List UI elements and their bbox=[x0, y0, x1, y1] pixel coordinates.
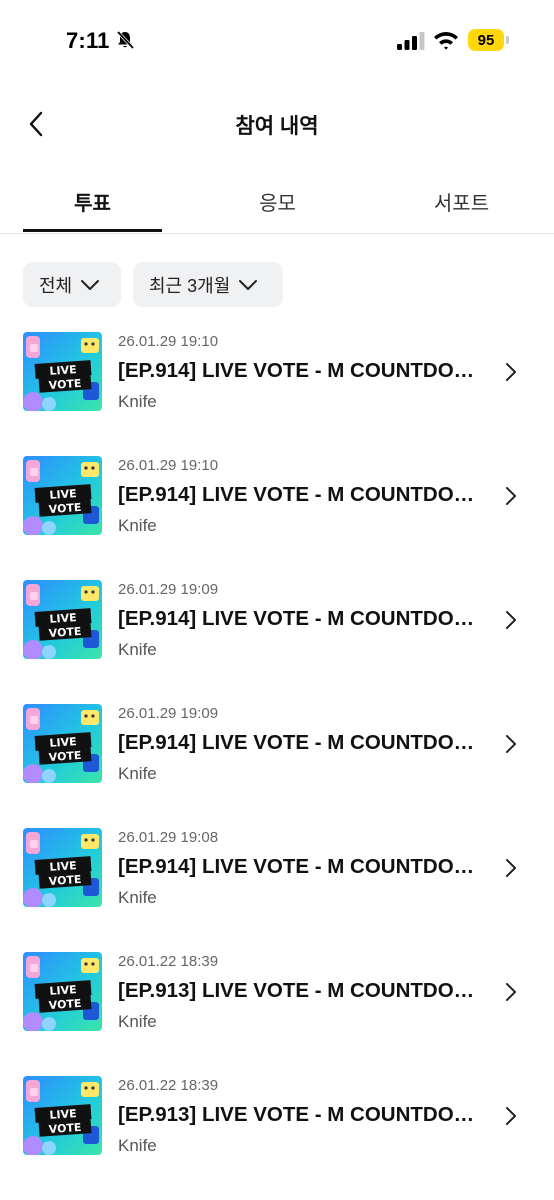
vote-title: [EP.913] LIVE VOTE - M COUNTDOWN bbox=[118, 1103, 478, 1126]
filter-period-label: 최근 3개월 bbox=[149, 275, 231, 296]
vote-date: 26.01.29 19:10 bbox=[118, 333, 219, 350]
thumbnail-text-vote: VOTE bbox=[48, 1121, 82, 1136]
thumbnail-text-vote: VOTE bbox=[48, 377, 82, 392]
vote-thumbnail: LIVE VOTE bbox=[23, 952, 102, 1031]
vote-thumbnail: LIVE VOTE bbox=[23, 1076, 102, 1155]
signal-icon bbox=[397, 32, 425, 50]
tab-support[interactable]: 서포트 bbox=[392, 170, 531, 232]
vote-title: [EP.913] LIVE VOTE - M COUNTDOWN bbox=[118, 979, 478, 1002]
chevron-down-icon bbox=[81, 279, 100, 290]
vote-thumbnail: LIVE VOTE bbox=[23, 332, 102, 411]
app-header: 참여 내역 bbox=[0, 96, 554, 152]
chevron-right-icon bbox=[506, 1107, 516, 1125]
vote-history-item[interactable]: LIVE VOTE 26.01.29 19:08 [EP.914] LIVE V… bbox=[0, 826, 554, 950]
chevron-right-icon bbox=[506, 363, 516, 381]
vote-choice: Knife bbox=[118, 1136, 157, 1155]
vote-date: 26.01.29 19:09 bbox=[118, 705, 219, 722]
vote-history-item[interactable]: LIVE VOTE 26.01.22 18:39 [EP.913] LIVE V… bbox=[0, 950, 554, 1074]
chevron-right-icon bbox=[506, 735, 516, 753]
vote-date: 26.01.29 19:10 bbox=[118, 457, 219, 474]
battery-cap bbox=[506, 36, 509, 44]
thumbnail-text-live: LIVE bbox=[49, 735, 77, 750]
thumbnail-text-live: LIVE bbox=[49, 611, 77, 626]
filter-period-dropdown[interactable]: 최근 3개월 bbox=[133, 262, 283, 307]
thumbnail-text-vote: VOTE bbox=[48, 501, 82, 516]
vote-choice: Knife bbox=[118, 764, 157, 783]
chevron-right-icon bbox=[506, 983, 516, 1001]
vote-thumbnail: LIVE VOTE bbox=[23, 580, 102, 659]
vote-date: 26.01.29 19:08 bbox=[118, 829, 219, 846]
vote-history-item[interactable]: LIVE VOTE 26.01.29 19:10 [EP.914] LIVE V… bbox=[0, 454, 554, 578]
chevron-right-icon bbox=[506, 487, 516, 505]
vote-history-item[interactable]: LIVE VOTE 26.01.29 19:09 [EP.914] LIVE V… bbox=[0, 578, 554, 702]
page-title: 참여 내역 bbox=[235, 115, 319, 138]
chevron-right-icon bbox=[506, 859, 516, 877]
tab-entry[interactable]: 응모 bbox=[208, 170, 347, 232]
vote-history-item[interactable]: LIVE VOTE 26.01.22 18:39 [EP.913] LIVE V… bbox=[0, 1074, 554, 1198]
tab-vote[interactable]: 투표 bbox=[23, 170, 162, 232]
tab-active-indicator bbox=[23, 229, 162, 232]
thumbnail-text-live: LIVE bbox=[49, 983, 77, 998]
chevron-right-icon bbox=[506, 611, 516, 629]
vote-choice: Knife bbox=[118, 516, 157, 535]
vote-history-item[interactable]: LIVE VOTE 26.01.29 19:09 [EP.914] LIVE V… bbox=[0, 702, 554, 826]
wifi-icon bbox=[434, 32, 458, 50]
vote-title: [EP.914] LIVE VOTE - M COUNTDOWN bbox=[118, 855, 478, 878]
vote-history-list: LIVE VOTE 26.01.29 19:10 [EP.914] LIVE V… bbox=[0, 330, 554, 1198]
vote-thumbnail: LIVE VOTE bbox=[23, 704, 102, 783]
filter-all-dropdown[interactable]: 전체 bbox=[23, 262, 121, 307]
vote-title: [EP.914] LIVE VOTE - M COUNTDOWN bbox=[118, 607, 478, 630]
vote-title: [EP.914] LIVE VOTE - M COUNTDOWN bbox=[118, 359, 478, 382]
thumbnail-text-live: LIVE bbox=[49, 363, 77, 378]
chevron-down-icon bbox=[239, 279, 258, 290]
thumbnail-text-vote: VOTE bbox=[48, 625, 82, 640]
vote-date: 26.01.22 18:39 bbox=[118, 1077, 219, 1094]
thumbnail-text-live: LIVE bbox=[49, 1107, 77, 1122]
vote-date: 26.01.29 19:09 bbox=[118, 581, 219, 598]
vote-title: [EP.914] LIVE VOTE - M COUNTDOWN bbox=[118, 731, 478, 754]
status-bar: 7:11 95 bbox=[0, 0, 554, 80]
vote-choice: Knife bbox=[118, 1012, 157, 1031]
thumbnail-text-vote: VOTE bbox=[48, 749, 82, 764]
thumbnail-text-live: LIVE bbox=[49, 859, 77, 874]
vote-choice: Knife bbox=[118, 640, 157, 659]
battery-level: 95 bbox=[468, 29, 504, 51]
battery-indicator: 95 bbox=[468, 29, 509, 51]
vote-thumbnail: LIVE VOTE bbox=[23, 828, 102, 907]
vote-choice: Knife bbox=[118, 392, 157, 411]
tab-bar: 투표 응모 서포트 bbox=[0, 170, 554, 234]
bell-muted-icon bbox=[116, 30, 135, 50]
thumbnail-text-vote: VOTE bbox=[48, 997, 82, 1012]
vote-title: [EP.914] LIVE VOTE - M COUNTDOWN bbox=[118, 483, 478, 506]
thumbnail-text-live: LIVE bbox=[49, 487, 77, 502]
status-time: 7:11 bbox=[66, 28, 110, 53]
vote-choice: Knife bbox=[118, 888, 157, 907]
filter-all-label: 전체 bbox=[39, 275, 73, 296]
vote-history-item[interactable]: LIVE VOTE 26.01.29 19:10 [EP.914] LIVE V… bbox=[0, 330, 554, 454]
vote-thumbnail: LIVE VOTE bbox=[23, 456, 102, 535]
thumbnail-text-vote: VOTE bbox=[48, 873, 82, 888]
vote-date: 26.01.22 18:39 bbox=[118, 953, 219, 970]
